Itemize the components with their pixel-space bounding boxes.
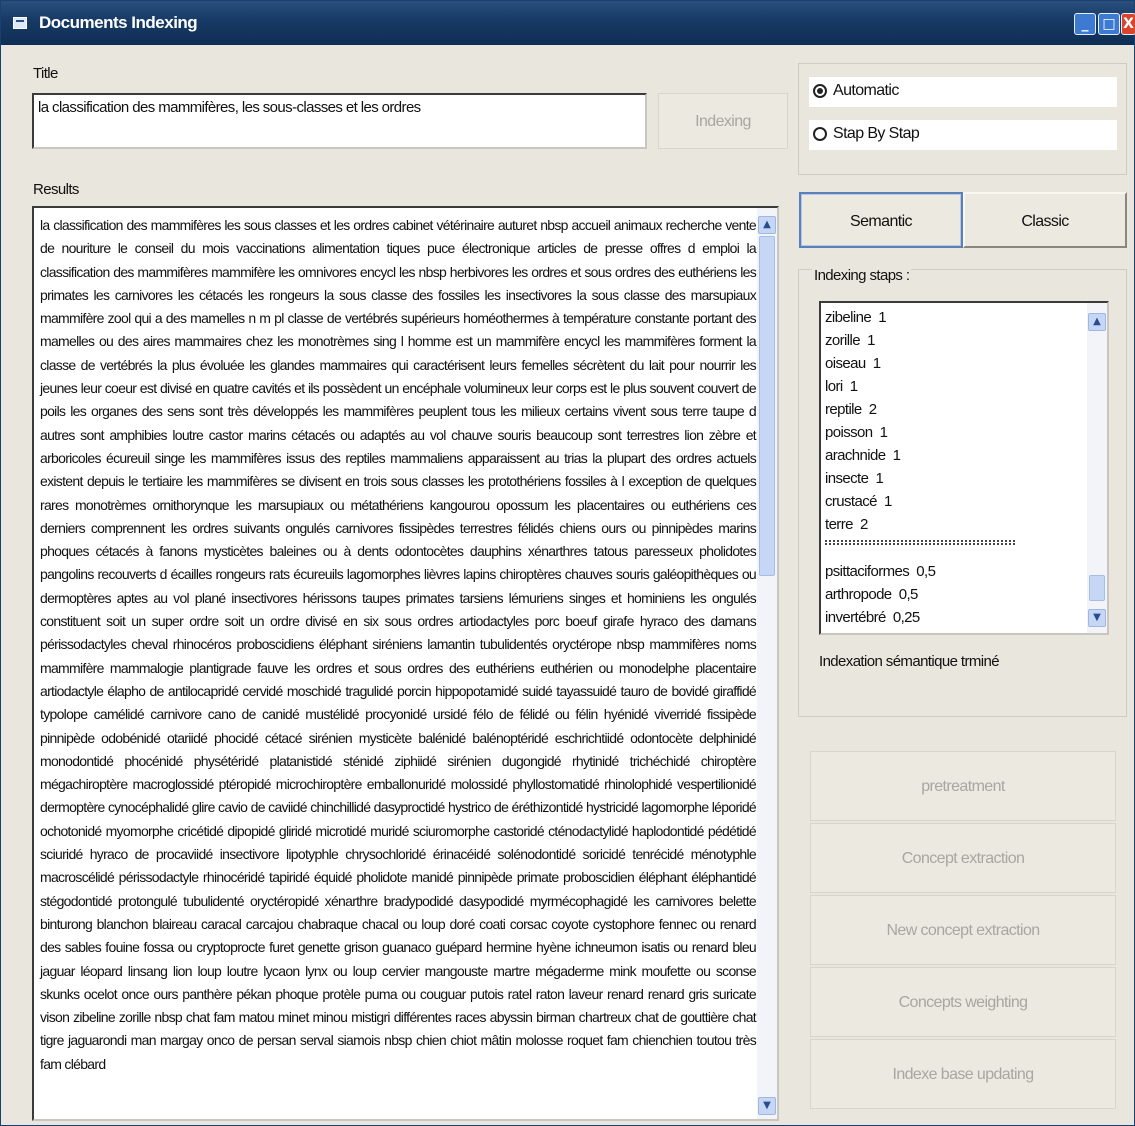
list-item[interactable]: arthropode 0,5	[825, 586, 918, 603]
indexing-button[interactable]: Indexing	[658, 93, 788, 149]
semantic-button[interactable]: Semantic	[799, 192, 963, 248]
list-item[interactable]: crustacé 1	[825, 493, 892, 510]
classic-button[interactable]: Classic	[963, 192, 1127, 248]
list-item[interactable]: poisson 1	[825, 424, 888, 441]
mode-group: Automatic Stap By Stap	[798, 63, 1127, 175]
list-item[interactable]: reptile 2	[825, 401, 877, 418]
steps-scrollbar[interactable]: ▲ ▼	[1087, 303, 1107, 633]
concepts-weighting-button[interactable]: Concepts weighting	[810, 967, 1116, 1037]
results-textarea[interactable]: la classification des mammifères les sou…	[32, 206, 779, 1121]
results-label: Results	[33, 181, 79, 198]
list-item[interactable]: lori 1	[825, 378, 858, 395]
new-concept-extraction-button[interactable]: New concept extraction	[810, 895, 1116, 965]
close-button[interactable]: X	[1121, 13, 1135, 35]
results-scrollbar[interactable]: ▲ ▼	[757, 208, 777, 1119]
scroll-up-arrow-icon[interactable]: ▲	[1088, 313, 1106, 331]
list-separator	[825, 540, 1015, 545]
app-icon[interactable]	[13, 17, 27, 29]
scroll-down-arrow-icon[interactable]: ▼	[1088, 609, 1106, 627]
list-item[interactable]: invertébré 0,25	[825, 609, 920, 626]
list-item[interactable]: oiseau 1	[825, 355, 881, 372]
results-text: la classification des mammifères les sou…	[40, 217, 757, 1072]
window-title: Documents Indexing	[39, 13, 198, 32]
scrollbar-thumb[interactable]	[1089, 575, 1105, 601]
minimize-button[interactable]: _	[1074, 13, 1096, 35]
list-item[interactable]: zibeline 1	[825, 309, 887, 326]
indexing-steps-listbox[interactable]: zibeline 1 zorille 1 oiseau 1 lori 1 rep…	[819, 301, 1109, 635]
title-bar[interactable]: Documents Indexing _ □ X	[1, 1, 1135, 45]
radio-automatic[interactable]: Automatic	[809, 77, 1117, 107]
list-item[interactable]: terre 2	[825, 516, 868, 533]
scroll-up-arrow-icon[interactable]: ▲	[758, 216, 776, 234]
list-item[interactable]: arachnide 1	[825, 447, 901, 464]
title-input[interactable]: la classification des mammifères, les so…	[32, 93, 647, 149]
indexing-status-text: Indexation sémantique trminé	[819, 653, 1000, 670]
pretreatment-button[interactable]: pretreatment	[810, 751, 1116, 821]
radio-checked-icon[interactable]	[813, 84, 827, 98]
scroll-down-arrow-icon[interactable]: ▼	[758, 1097, 776, 1115]
radio-unchecked-icon[interactable]	[813, 127, 827, 141]
maximize-button[interactable]: □	[1098, 13, 1120, 35]
list-item[interactable]: insecte 1	[825, 470, 884, 487]
indexing-steps-label: Indexing staps :	[812, 267, 912, 284]
list-item[interactable]: psittaciformes 0,5	[825, 563, 936, 580]
documents-indexing-window: Documents Indexing _ □ X Title la classi…	[0, 0, 1135, 1126]
concept-extraction-button[interactable]: Concept extraction	[810, 823, 1116, 893]
list-item[interactable]: zorille 1	[825, 332, 875, 349]
index-base-updating-button[interactable]: Indexe base updating	[810, 1039, 1116, 1109]
title-label: Title	[33, 65, 58, 82]
radio-step-by-step-label: Stap By Stap	[833, 125, 920, 142]
radio-step-by-step[interactable]: Stap By Stap	[809, 120, 1117, 150]
scrollbar-thumb[interactable]	[759, 236, 775, 576]
radio-automatic-label: Automatic	[833, 82, 899, 99]
